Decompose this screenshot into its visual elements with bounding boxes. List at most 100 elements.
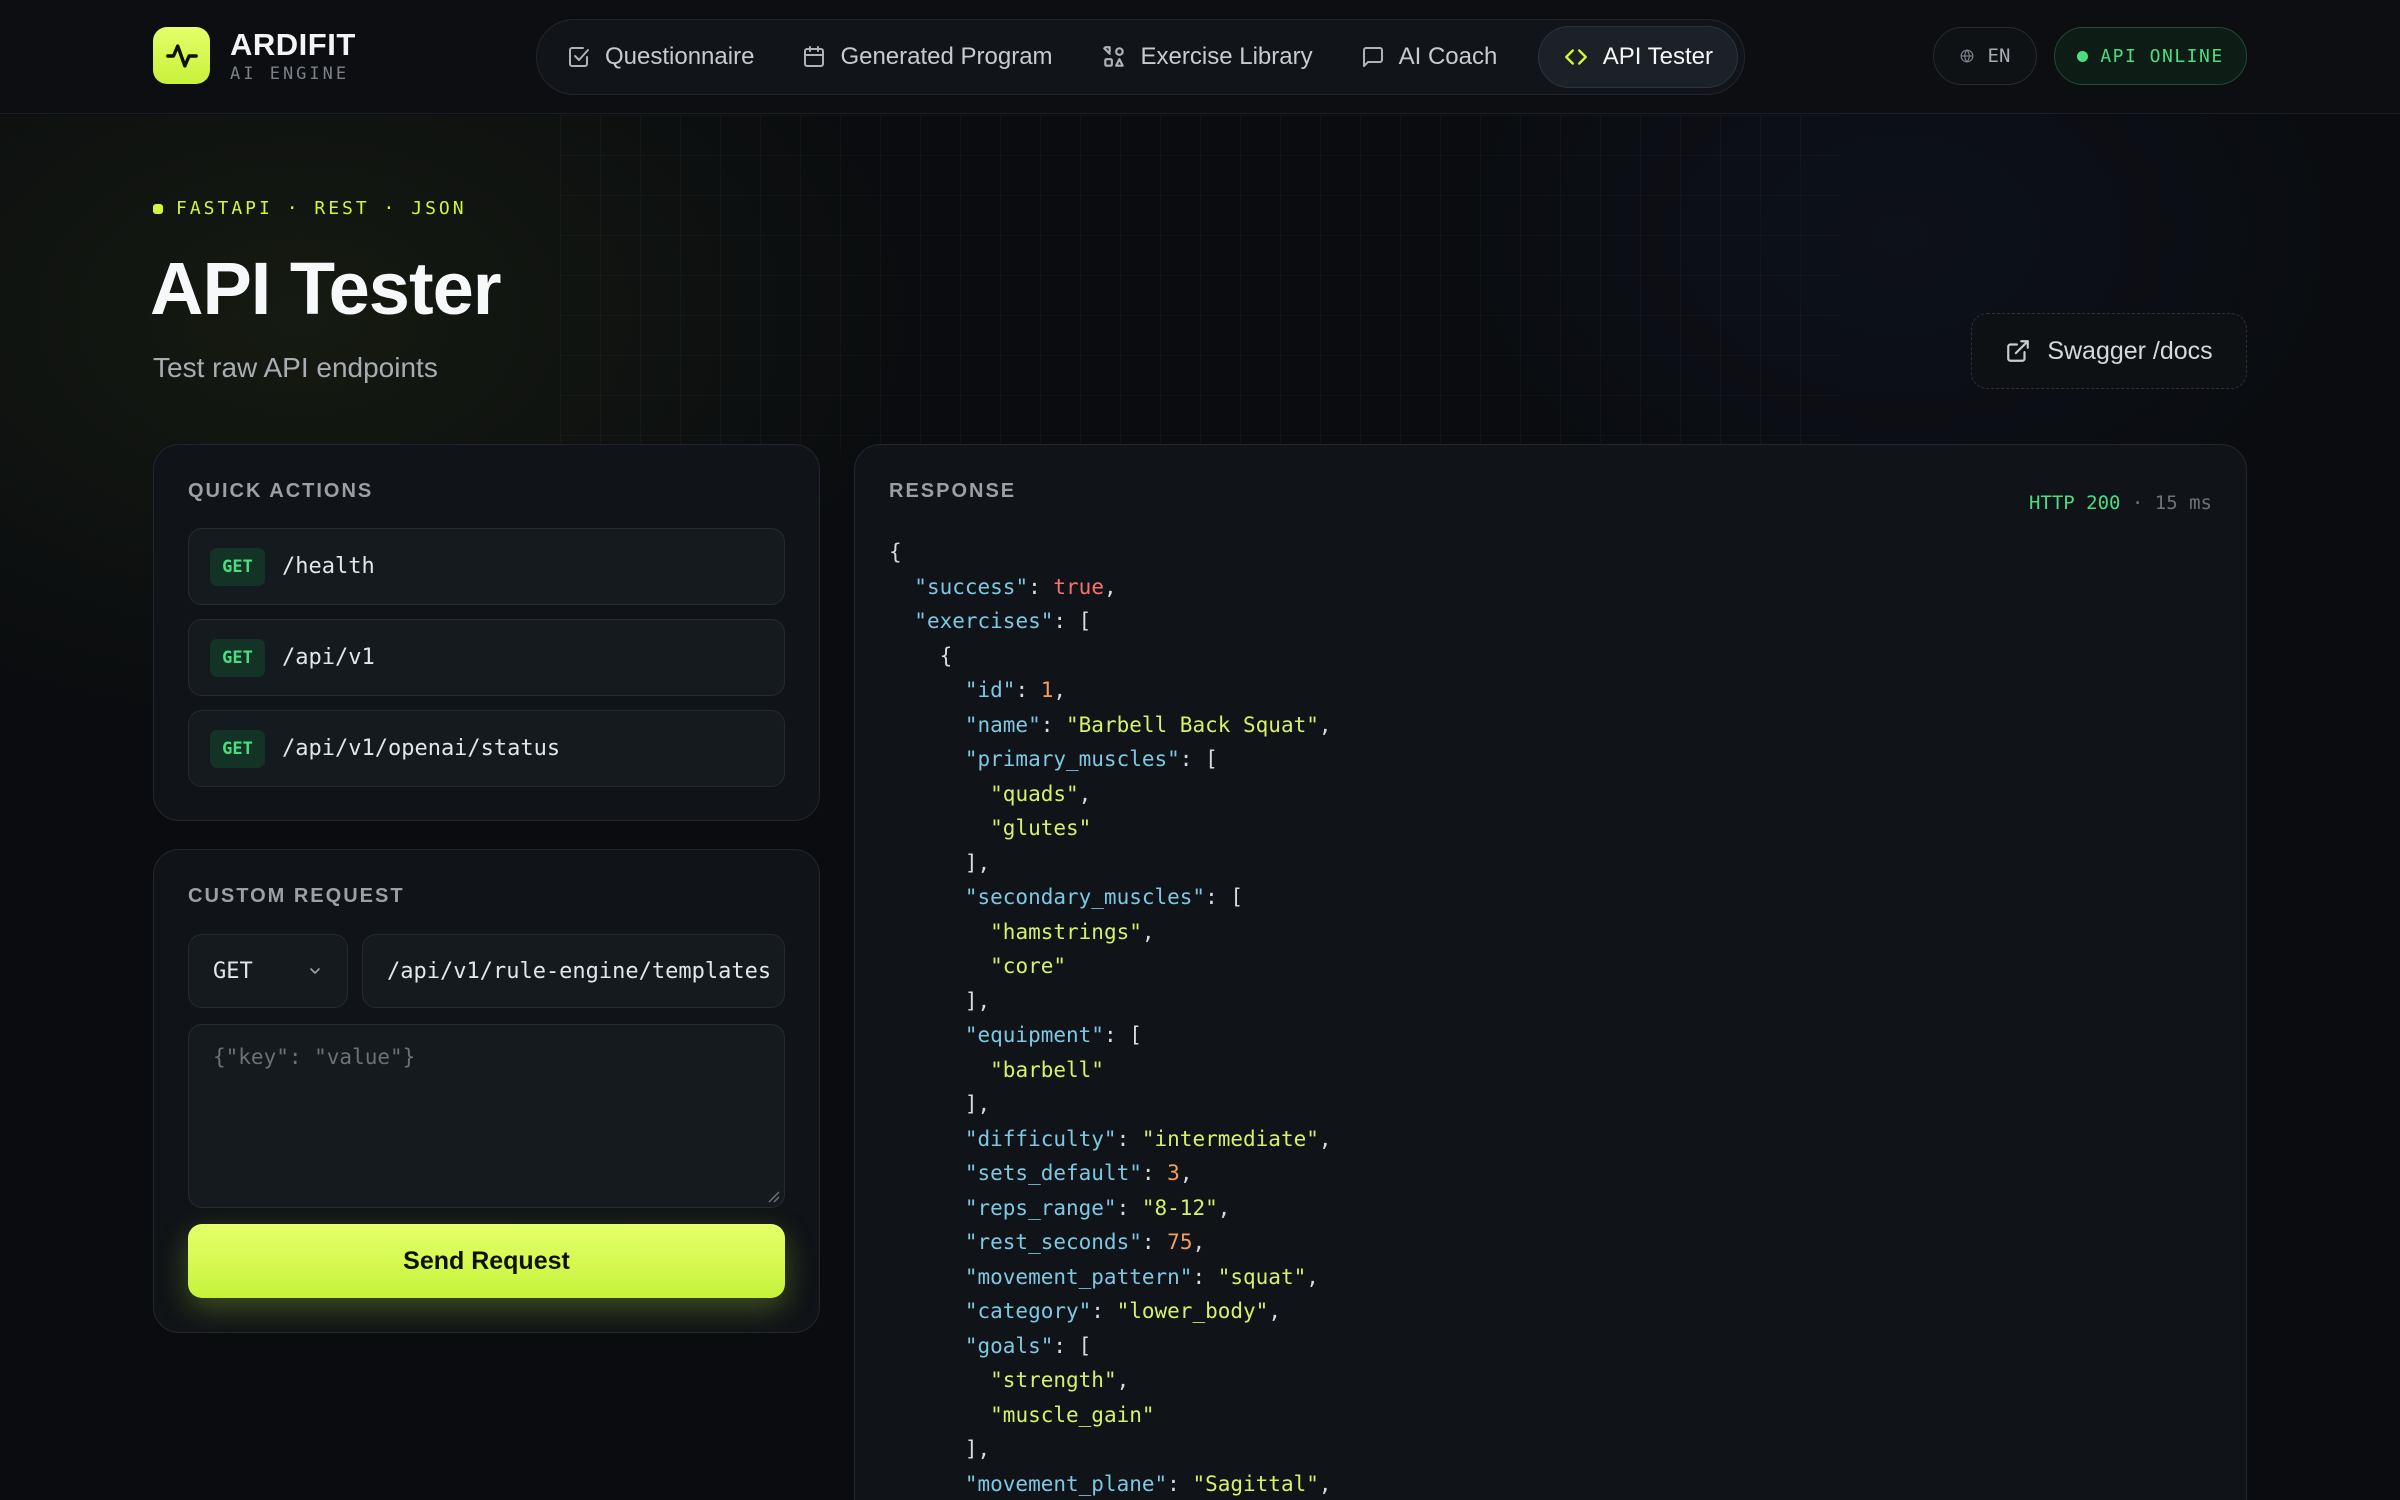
json-token: , [1078, 781, 1092, 806]
json-token: "hamstrings" [990, 919, 1142, 944]
json-token: "success" [914, 574, 1029, 599]
json-token: , [1053, 678, 1067, 702]
calendar-icon [804, 46, 825, 67]
nav-item-label: Questionnaire [605, 43, 755, 70]
top-header: ARDIFIT AI ENGINE Questionnaire Generate… [0, 0, 2400, 114]
json-line: "glutes" [889, 811, 1332, 846]
api-status-label: API ONLINE [2100, 45, 2224, 67]
json-line: ], [889, 984, 1332, 1019]
chevron-down-icon [310, 968, 320, 974]
nav-item-exercise-library[interactable]: Exercise Library [1077, 26, 1337, 88]
json-token: "movement_pattern" [964, 1264, 1193, 1289]
url-input[interactable]: /api/v1/rule-engine/templates [362, 934, 785, 1008]
json-token: , [1318, 712, 1332, 737]
nav-item-api-tester[interactable]: API Tester [1537, 26, 1738, 88]
json-token: "sets_default" [964, 1161, 1142, 1185]
method-badge: GET [210, 638, 265, 677]
nav-item-questionnaire[interactable]: Questionnaire [543, 26, 778, 88]
language-switcher[interactable]: EN [1933, 27, 2037, 85]
nav-item-label: AI Coach [1398, 43, 1498, 70]
method-badge: GET [210, 729, 265, 768]
json-line: "strength", [889, 1363, 1332, 1398]
method-select[interactable]: GET [188, 934, 348, 1008]
custom-request-label: CUSTOM REQUEST [188, 885, 405, 907]
request-body-placeholder: {"key": "value"} [213, 1045, 416, 1069]
brand-name: ARDIFIT [230, 26, 356, 62]
quick-action-path: /api/v1/openai/status [282, 736, 561, 761]
json-token: "glutes" [990, 816, 1092, 840]
json-line: "secondary_muscles": [ [889, 880, 1332, 915]
nav-item-generated-program[interactable]: Generated Program [778, 26, 1076, 88]
json-line: "movement_pattern": "squat", [889, 1260, 1332, 1295]
quick-action-health[interactable]: GET /health [188, 528, 785, 605]
json-token: "name" [964, 712, 1041, 737]
swagger-docs-button[interactable]: Swagger /docs [1971, 313, 2247, 389]
json-token: : [ [1053, 1333, 1092, 1358]
json-line: { [889, 639, 1332, 674]
api-status-badge: API ONLINE [2054, 27, 2247, 85]
brand[interactable]: ARDIFIT AI ENGINE [153, 27, 356, 84]
method-badge: GET [210, 547, 265, 586]
json-line: "rest_seconds": 75, [889, 1225, 1332, 1260]
nav-item-ai-coach[interactable]: AI Coach [1337, 26, 1522, 88]
json-token: "muscle_gain" [990, 1402, 1155, 1427]
url-input-value: /api/v1/rule-engine/templates [387, 958, 772, 984]
json-line: { [889, 535, 1332, 570]
quick-action-openai-status[interactable]: GET /api/v1/openai/status [188, 710, 785, 787]
send-request-button[interactable]: Send Request [188, 1224, 785, 1298]
globe-icon [1960, 49, 1973, 63]
http-status-separator: · [2120, 492, 2155, 514]
pulse-logo-icon [153, 27, 210, 84]
json-token: : [1091, 1299, 1117, 1323]
json-token: 3 [1167, 1161, 1180, 1185]
json-line: "muscle_gain" [889, 1398, 1332, 1433]
status-dot-icon [2077, 50, 2089, 62]
json-line: "difficulty": "intermediate", [889, 1122, 1332, 1157]
request-body-textarea[interactable]: {"key": "value"} [188, 1024, 785, 1208]
shapes-icon [1102, 46, 1124, 67]
json-token: , [1103, 574, 1117, 599]
json-line: "hamstrings", [889, 915, 1332, 950]
json-token: , [1116, 1368, 1130, 1392]
json-token: true [1053, 574, 1104, 599]
nav-item-label: API Tester [1602, 43, 1713, 70]
json-token: , [1268, 1299, 1281, 1323]
json-line: "sets_default": 3, [889, 1156, 1332, 1191]
quick-action-api-v1[interactable]: GET /api/v1 [188, 619, 785, 696]
json-token: ], [889, 988, 991, 1013]
json-line: "id": 1, [889, 673, 1332, 708]
response-json-view[interactable]: { "success": true, "exercises": [ { "id"… [889, 535, 1332, 1500]
json-token: "category" [964, 1299, 1092, 1323]
json-token: : [ [1179, 747, 1218, 771]
resize-handle-icon[interactable] [766, 1189, 780, 1203]
json-token: "secondary_muscles" [964, 885, 1206, 909]
response-card: RESPONSE HTTP 200 · 15 ms { "success": t… [854, 444, 2247, 1500]
json-line: "goals": [ [889, 1329, 1332, 1364]
json-token: "Sagittal" [1192, 1471, 1319, 1496]
json-token: "strength" [990, 1368, 1117, 1392]
quick-action-path: /health [282, 554, 375, 579]
json-token: "barbell" [990, 1057, 1104, 1082]
json-token: "squat" [1217, 1264, 1307, 1289]
json-line: "movement_plane": "Sagittal", [889, 1467, 1332, 1500]
json-token: "core" [990, 954, 1067, 978]
page-subtitle: Test raw API endpoints [153, 352, 438, 383]
json-token: 1 [1040, 678, 1054, 702]
checkbox-icon [569, 47, 589, 67]
json-token: : [ [1205, 885, 1244, 909]
json-token: "id" [964, 678, 1016, 702]
